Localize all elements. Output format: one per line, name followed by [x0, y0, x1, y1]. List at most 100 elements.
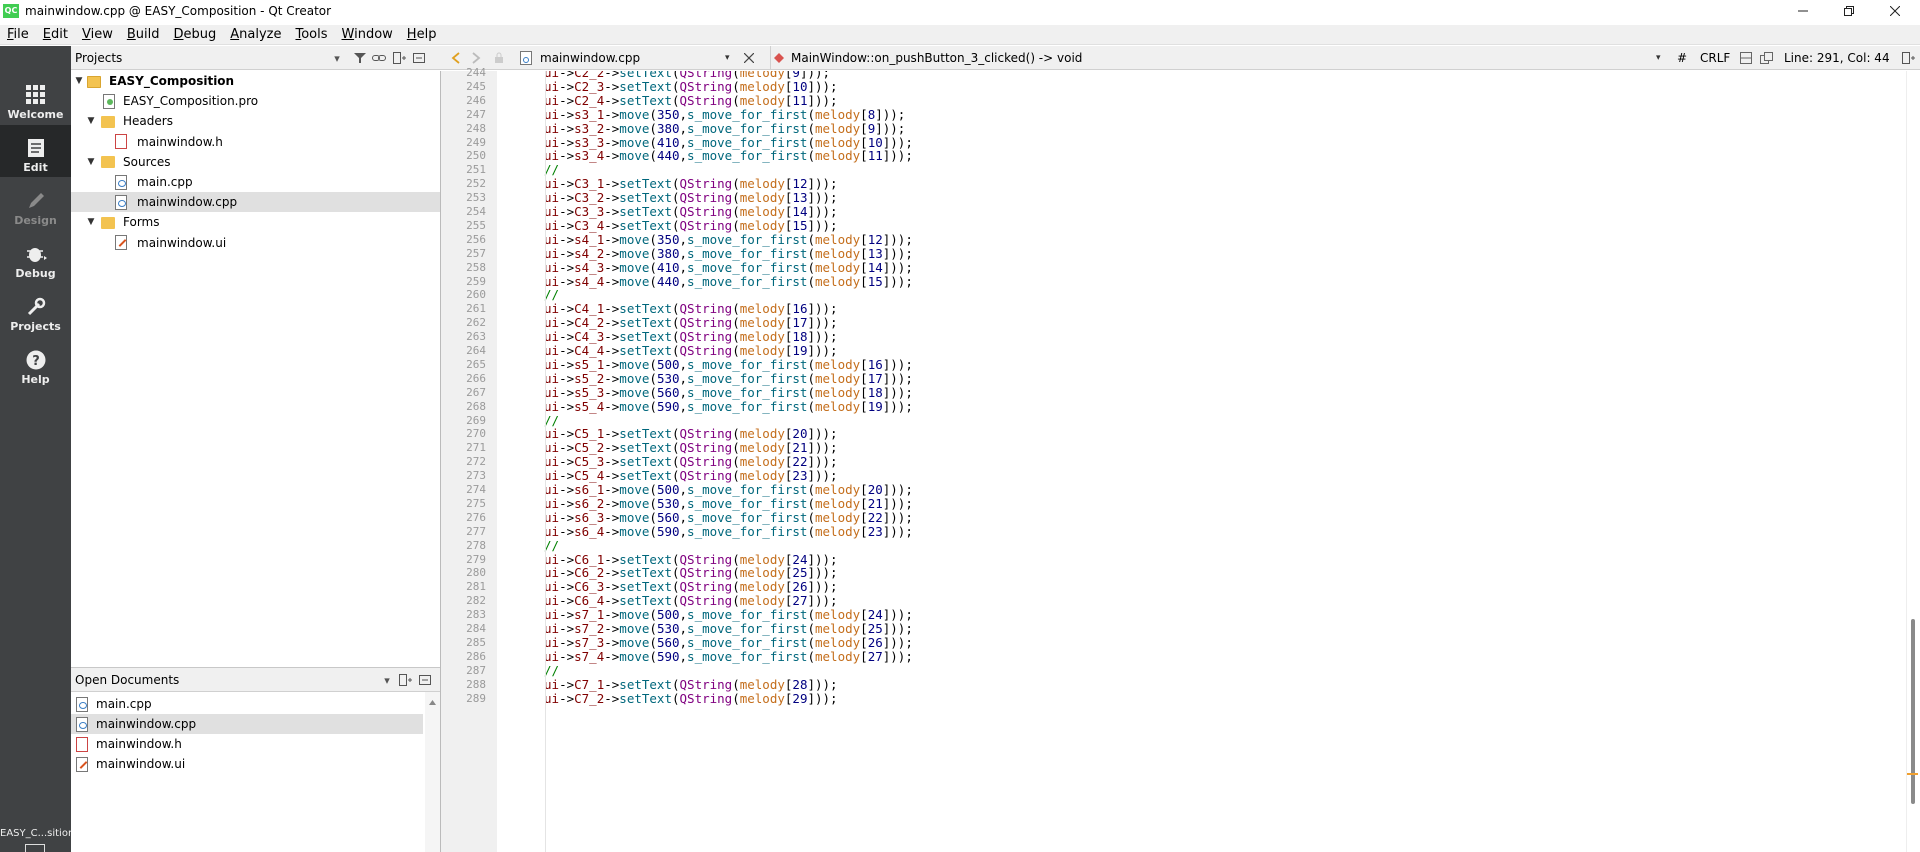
menu-view[interactable]: View [75, 27, 120, 42]
menu-tools[interactable]: Tools [288, 27, 334, 42]
mode-projects[interactable]: Projects [0, 284, 71, 336]
tree-item[interactable]: ▼ Sources [71, 152, 440, 172]
cpp-file-icon [115, 194, 127, 210]
method-icon [774, 53, 784, 63]
code-line[interactable]: ui->s6_4->move(590,s_move_for_first(melo… [544, 523, 913, 540]
folding-column[interactable] [487, 71, 497, 852]
open-documents-list: main.cpp mainwindow.cpp mainwindow.h mainwi… [71, 692, 440, 852]
close-pane-icon[interactable] [417, 672, 433, 688]
menu-edit[interactable]: Edit [36, 27, 75, 42]
open-in-window-icon[interactable] [1760, 46, 1773, 70]
cpp-file-icon [76, 716, 88, 732]
tree-item-label: EASY_Composition.pro [123, 94, 259, 109]
mode-edit[interactable]: Edit [0, 125, 71, 177]
tree-item[interactable]: ▼ Forms [71, 212, 440, 232]
open-documents-scrollbar[interactable] [425, 692, 440, 852]
menu-file[interactable]: File [0, 27, 36, 42]
dropdown-arrow-icon[interactable]: ▾ [379, 672, 395, 688]
header-file-icon [76, 736, 88, 752]
code-line[interactable]: ui->s5_4->move(590,s_move_for_first(melo… [544, 398, 913, 415]
open-document-item[interactable]: main.cpp [71, 694, 423, 714]
ui-file-icon [76, 756, 88, 772]
line-number: 289 [466, 691, 486, 705]
pencil-icon [28, 193, 44, 208]
menu-bar: File Edit View Build Debug Analyze Tools Window… [0, 25, 1920, 45]
mode-design[interactable]: Design [0, 178, 71, 230]
split-view-icon[interactable] [1740, 46, 1752, 70]
mode-help[interactable]: ? Help [0, 337, 71, 389]
menu-debug[interactable]: Debug [166, 27, 223, 42]
menu-help[interactable]: Help [400, 27, 444, 42]
menu-window[interactable]: Window [335, 27, 400, 42]
line-number-gutter[interactable]: 244 245 246 247 248 249 250 251 252 253 254 255 256 2… [440, 66, 487, 852]
projects-view-selector[interactable]: Projects [75, 51, 122, 65]
filter-icon[interactable] [352, 50, 368, 66]
close-icon [744, 53, 754, 63]
editor-vertical-scrollbar[interactable] [1906, 71, 1920, 852]
open-documents-title[interactable]: Open Documents [75, 673, 179, 687]
wrench-icon [27, 297, 45, 316]
menu-build[interactable]: Build [120, 27, 167, 42]
active-project-selector[interactable]: EASY_C...sition [0, 828, 74, 839]
current-symbol: MainWindow::on_pushButton_3_clicked() ->… [791, 51, 1083, 65]
code-line[interactable]: ui->s3_4->move(440,s_move_for_first(melo… [544, 147, 913, 164]
monitor-icon[interactable] [25, 844, 45, 852]
open-document-item[interactable]: mainwindow.h [71, 734, 423, 754]
file-selector[interactable]: mainwindow.cpp [520, 46, 640, 70]
close-document-button[interactable] [744, 46, 754, 70]
folder-icon [101, 216, 115, 229]
menu-analyze[interactable]: Analyze [223, 27, 288, 42]
mode-welcome[interactable]: Welcome [0, 72, 71, 124]
tree-item[interactable]: EASY_Composition.pro [71, 91, 440, 111]
open-document-item[interactable]: mainwindow.ui [71, 754, 423, 774]
scrollbar-thumb[interactable] [1911, 619, 1915, 804]
open-document-label: mainwindow.ui [96, 757, 186, 771]
line-ending-selector[interactable]: CRLF [1700, 46, 1730, 70]
title-bar: QC mainwindow.cpp @ EASY_Composition - Q… [0, 0, 1920, 21]
file-dropdown-arrow-icon[interactable]: ▾ [725, 46, 730, 70]
expand-arrow-icon[interactable]: ▼ [85, 216, 97, 228]
dropdown-arrow-icon[interactable]: ▾ [329, 50, 345, 66]
tree-item[interactable]: mainwindow.cpp [71, 192, 440, 213]
mode-debug[interactable]: Debug [0, 231, 71, 283]
open-document-item[interactable]: mainwindow.cpp [71, 714, 423, 734]
tree-item-label: mainwindow.h [137, 134, 223, 149]
tree-item-label: mainwindow.ui [137, 235, 227, 250]
window-title: mainwindow.cpp @ EASY_Composition - Qt C… [25, 3, 332, 18]
code-editor[interactable]: ui->C2_2->setText(QString(melody[9])); ui… [497, 71, 1910, 852]
tree-item[interactable]: ▼ Headers [71, 111, 440, 131]
mode-selector: Welcome Edit Design Debug Projects ? Hel… [0, 46, 74, 852]
close-pane-icon[interactable] [411, 50, 427, 66]
forward-arrow-icon [472, 52, 481, 64]
mode-label: Projects [10, 320, 61, 333]
link-icon[interactable] [371, 50, 387, 66]
split-icon[interactable] [391, 50, 407, 66]
tree-item-label: Forms [123, 215, 160, 230]
symbol-dropdown-arrow-icon[interactable]: ▾ [1656, 46, 1661, 70]
tree-item[interactable]: main.cpp [71, 172, 440, 192]
project-tree: ▼ EASY_Composition EASY_Composition.pro ▼ He… [71, 71, 440, 667]
close-window-button[interactable] [1872, 0, 1918, 21]
mode-label: Welcome [7, 108, 64, 121]
split-editor-icon[interactable] [1902, 46, 1915, 70]
tree-item[interactable]: ▼ EASY_Composition [71, 71, 440, 91]
expand-arrow-icon[interactable]: ▼ [85, 115, 97, 127]
expand-arrow-icon[interactable]: ▼ [85, 156, 97, 168]
tree-item[interactable]: mainwindow.ui [71, 233, 440, 253]
code-line[interactable]: ui->C7_2->setText(QString(melody[29])); [544, 690, 838, 707]
tree-item-label: main.cpp [137, 175, 193, 189]
symbol-selector[interactable]: MainWindow::on_pushButton_3_clicked() ->… [770, 46, 1082, 70]
minimize-button[interactable] [1780, 0, 1826, 21]
project-folder-icon [87, 75, 101, 88]
maximize-button[interactable] [1826, 0, 1872, 21]
indent-guide [545, 71, 546, 852]
svg-text:?: ? [32, 354, 40, 369]
code-line[interactable]: ui->s7_4->move(590,s_move_for_first(melo… [544, 648, 913, 665]
current-file-name: mainwindow.cpp [540, 51, 641, 65]
hash-indicator[interactable]: # [1677, 46, 1687, 70]
expand-arrow-icon[interactable]: ▼ [73, 75, 85, 87]
split-icon[interactable] [397, 672, 413, 688]
tree-item[interactable]: mainwindow.h [71, 132, 440, 152]
code-line[interactable]: ui->s4_4->move(440,s_move_for_first(melo… [544, 273, 913, 290]
cursor-position[interactable]: Line: 291, Col: 44 [1784, 46, 1890, 70]
